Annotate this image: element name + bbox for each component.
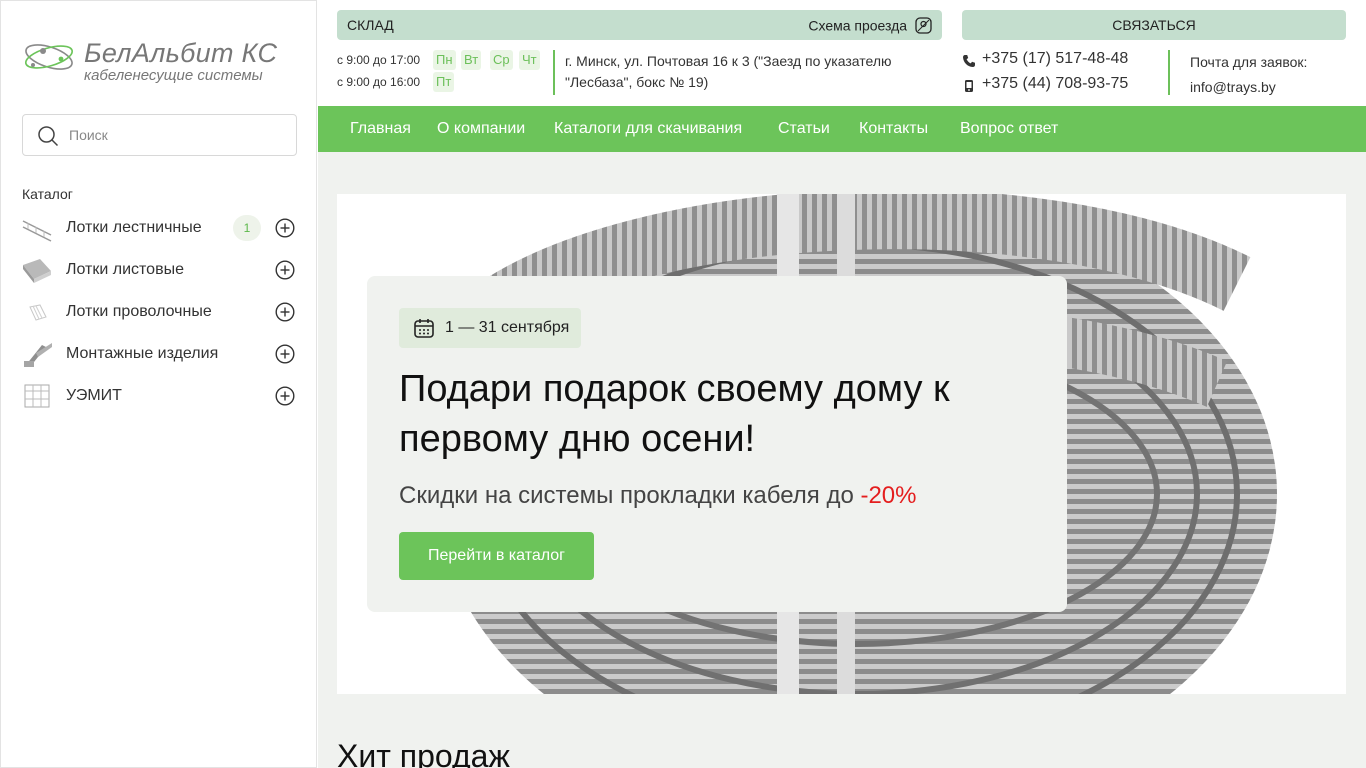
divider xyxy=(553,50,555,95)
nav-faq[interactable]: Вопрос ответ xyxy=(960,120,1058,138)
warehouse-label: СКЛАД xyxy=(347,17,394,33)
warehouse-bar: СКЛАД Схема проезда xyxy=(337,10,942,40)
sidebar: БелАльбит КС кабеленесущие системы Катал… xyxy=(0,0,317,768)
catalog-item-label: Лотки лестничные xyxy=(66,219,202,236)
mounting-bracket-icon xyxy=(24,343,52,367)
expand-plus-icon[interactable] xyxy=(275,218,295,238)
catalog-item-label: УЭМИТ xyxy=(66,387,122,404)
route-map-label: Схема проезда xyxy=(808,17,908,34)
main-nav: Главная О компании Каталоги для скачиван… xyxy=(318,106,1366,152)
ladder-tray-icon xyxy=(22,220,52,242)
go-to-catalog-button[interactable]: Перейти в каталог xyxy=(399,532,594,580)
nav-contacts[interactable]: Контакты xyxy=(859,120,928,138)
email-label: Почта для заявок: xyxy=(1190,54,1308,70)
search-box xyxy=(22,114,297,156)
promo-card: 1 — 31 сентября Подари подарок своему до… xyxy=(367,276,1067,612)
nav-about[interactable]: О компании xyxy=(437,120,525,138)
nav-home[interactable]: Главная xyxy=(350,120,411,138)
catalog-item-label: Лотки проволочные xyxy=(66,303,212,320)
search-input[interactable] xyxy=(69,124,279,146)
sheet-tray-icon xyxy=(23,259,51,283)
catalog-item-label: Монтажные изделия xyxy=(66,345,219,362)
day-badge: Вт xyxy=(461,50,482,70)
atom-logo-icon xyxy=(24,44,74,70)
contact-button[interactable]: СВЯЗАТЬСЯ xyxy=(962,10,1346,40)
day-badge: Ср xyxy=(490,50,513,70)
promo-date-badge: 1 — 31 сентября xyxy=(399,308,582,348)
expand-plus-icon[interactable] xyxy=(275,386,295,406)
uemit-frame-icon xyxy=(24,384,50,408)
logo-name: БелАльбит КС xyxy=(84,38,278,68)
promo-headline: Подари подарок своему дому к первому дню… xyxy=(399,368,950,460)
promo-subtitle-text: Скидки на системы прокладки кабеля до xyxy=(399,482,861,509)
phone-icon xyxy=(963,55,975,67)
day-badge: Чт xyxy=(519,50,540,70)
calendar-icon xyxy=(414,319,434,338)
promo-subtitle: Скидки на системы прокладки кабеля до -2… xyxy=(399,482,917,510)
catalog-item-sheet-trays[interactable]: Лотки листовые xyxy=(22,249,298,291)
logo-link[interactable]: БелАльбит КС кабеленесущие системы xyxy=(23,35,303,85)
catalog-list: Лотки лестничные 1 Лотки листовые Лотки … xyxy=(22,207,298,417)
phone-number: +375 (17) 517-48-48 xyxy=(982,50,1129,67)
discount-value: -20% xyxy=(860,482,917,509)
nav-catalogs-download[interactable]: Каталоги для скачивания xyxy=(554,120,742,138)
email-link[interactable]: info@trays.by xyxy=(1190,79,1276,95)
nav-articles[interactable]: Статьи xyxy=(778,120,830,138)
catalog-title: Каталог xyxy=(22,186,73,202)
catalog-item-label: Лотки листовые xyxy=(66,261,184,278)
expand-plus-icon[interactable] xyxy=(275,260,295,280)
expand-plus-icon[interactable] xyxy=(275,344,295,364)
email-block: Почта для заявок: info@trays.by xyxy=(1190,50,1307,100)
address-text: г. Минск, ул. Почтовая 16 к 3 ("Заезд по… xyxy=(565,53,892,90)
catalog-item-ladder-trays[interactable]: Лотки лестничные 1 xyxy=(22,207,298,249)
promo-date: 1 — 31 сентября xyxy=(445,319,570,336)
wire-tray-icon xyxy=(29,304,47,321)
hours-time: с 9:00 до 16:00 xyxy=(337,75,421,89)
day-badge: Пн xyxy=(433,50,456,70)
catalog-item-wire-trays[interactable]: Лотки проволочные xyxy=(22,291,298,333)
mobile-phone-icon xyxy=(965,80,973,92)
logo-tagline: кабеленесущие системы xyxy=(84,67,263,84)
catalog-item-uemit[interactable]: УЭМИТ xyxy=(22,375,298,417)
catalog-item-mounting-parts[interactable]: Монтажные изделия xyxy=(22,333,298,375)
route-map-link[interactable]: Схема проезда xyxy=(808,16,932,34)
expand-plus-icon[interactable] xyxy=(275,302,295,322)
search-icon[interactable] xyxy=(37,125,59,147)
divider xyxy=(1168,50,1170,95)
day-badge: Пт xyxy=(433,72,455,92)
map-icon xyxy=(915,17,932,34)
bestsellers-title: Хит продаж xyxy=(337,738,510,768)
hours-time: с 9:00 до 17:00 xyxy=(337,53,421,67)
phone-number: +375 (44) 708-93-75 xyxy=(982,75,1129,92)
count-badge: 1 xyxy=(233,215,261,241)
